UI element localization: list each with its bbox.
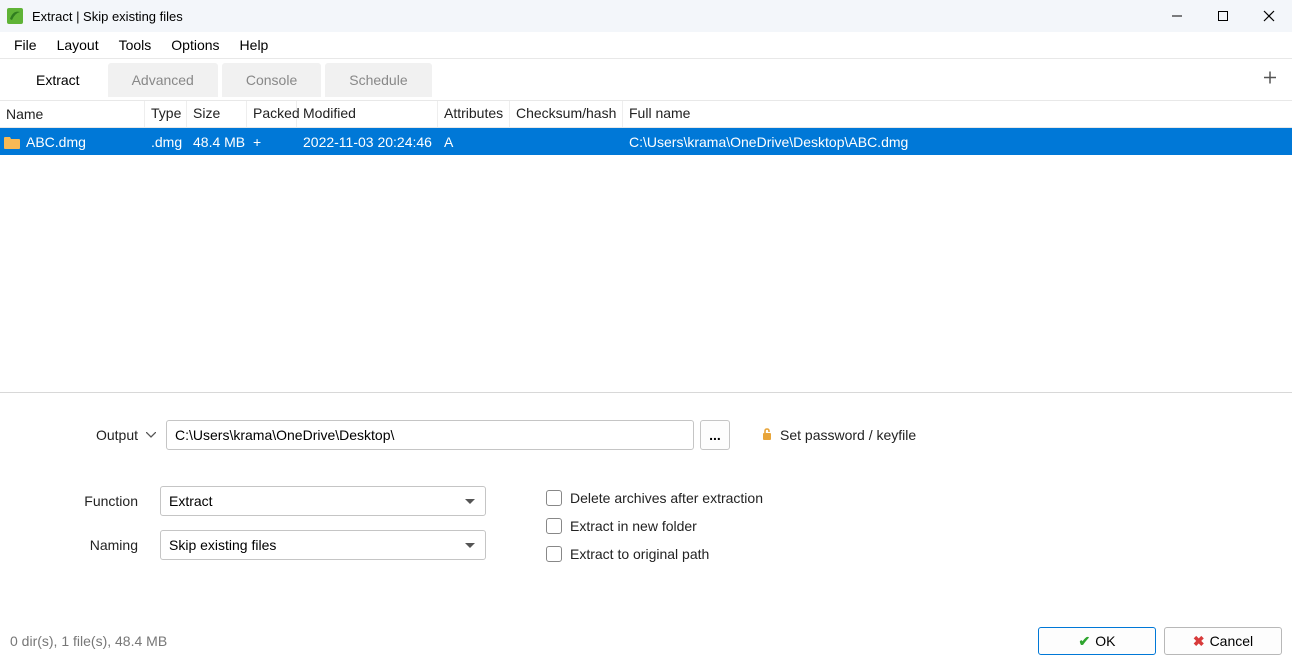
ok-label: OK — [1095, 633, 1115, 649]
browse-button[interactable]: ... — [700, 420, 730, 450]
cell-name: ABC.dmg — [0, 131, 145, 153]
app-icon — [6, 7, 24, 25]
col-attributes[interactable]: Attributes — [438, 101, 510, 127]
set-password-label: Set password / keyfile — [780, 427, 916, 443]
maximize-button[interactable] — [1200, 0, 1246, 32]
extract-options-panel: Output ... Set password / keyfile Functi… — [0, 420, 1292, 574]
output-dropdown-icon[interactable] — [142, 429, 160, 441]
cell-checksum — [510, 139, 623, 145]
function-value: Extract — [169, 493, 213, 509]
window-title: Extract | Skip existing files — [32, 9, 183, 24]
add-tab-button[interactable] — [1262, 69, 1278, 90]
file-table: Name Type Size Packed Modified Attribute… — [0, 101, 1292, 155]
lock-icon — [760, 427, 774, 444]
cancel-button[interactable]: ✖ Cancel — [1164, 627, 1282, 655]
menu-file[interactable]: File — [4, 34, 47, 56]
action-buttons: ✔ OK ✖ Cancel — [1038, 627, 1282, 655]
cell-modified: 2022-11-03 20:24:46 — [297, 131, 438, 153]
col-checksum[interactable]: Checksum/hash — [510, 101, 623, 127]
divider — [0, 392, 1292, 393]
cell-packed: + — [247, 131, 297, 153]
extract-new-folder-label: Extract in new folder — [570, 518, 697, 534]
table-header: Name Type Size Packed Modified Attribute… — [0, 101, 1292, 128]
col-modified[interactable]: Modified — [297, 101, 438, 127]
function-row: Function Extract — [20, 486, 486, 516]
cell-size: 48.4 MB — [187, 131, 247, 153]
cancel-label: Cancel — [1210, 633, 1254, 649]
cell-type: .dmg — [145, 131, 187, 153]
menu-layout[interactable]: Layout — [47, 34, 109, 56]
extract-new-folder-row[interactable]: Extract in new folder — [546, 518, 763, 534]
delete-archives-row[interactable]: Delete archives after extraction — [546, 490, 763, 506]
bottom-bar: 0 dir(s), 1 file(s), 48.4 MB ✔ OK ✖ Canc… — [0, 620, 1292, 662]
naming-row: Naming Skip existing files — [20, 530, 486, 560]
naming-value: Skip existing files — [169, 537, 276, 553]
x-icon: ✖ — [1193, 633, 1205, 650]
cell-name-text: ABC.dmg — [26, 134, 86, 150]
col-type[interactable]: Type — [145, 101, 187, 127]
extract-orig-path-label: Extract to original path — [570, 546, 709, 562]
col-size[interactable]: Size — [187, 101, 247, 127]
naming-select[interactable]: Skip existing files — [160, 530, 486, 560]
menu-help[interactable]: Help — [230, 34, 279, 56]
naming-label: Naming — [20, 537, 160, 553]
menu-tools[interactable]: Tools — [109, 34, 162, 56]
tab-bar: Extract Advanced Console Schedule — [0, 59, 1292, 101]
delete-archives-checkbox[interactable] — [546, 490, 562, 506]
extract-orig-path-row[interactable]: Extract to original path — [546, 546, 763, 562]
minimize-button[interactable] — [1154, 0, 1200, 32]
set-password-link[interactable]: Set password / keyfile — [760, 427, 916, 444]
extract-new-folder-checkbox[interactable] — [546, 518, 562, 534]
cell-attributes: A — [438, 131, 510, 153]
delete-archives-label: Delete archives after extraction — [570, 490, 763, 506]
close-button[interactable] — [1246, 0, 1292, 32]
window-controls — [1154, 0, 1292, 32]
col-name[interactable]: Name — [0, 101, 145, 127]
menu-options[interactable]: Options — [161, 34, 229, 56]
cell-fullname: C:\Users\krama\OneDrive\Desktop\ABC.dmg — [623, 131, 914, 153]
output-path-input[interactable] — [166, 420, 694, 450]
file-icon — [4, 136, 20, 148]
tab-console[interactable]: Console — [222, 63, 321, 97]
table-row[interactable]: ABC.dmg .dmg 48.4 MB + 2022-11-03 20:24:… — [0, 128, 1292, 155]
status-text: 0 dir(s), 1 file(s), 48.4 MB — [10, 633, 167, 649]
tab-schedule[interactable]: Schedule — [325, 63, 431, 97]
col-fullname[interactable]: Full name — [623, 101, 723, 127]
tab-extract[interactable]: Extract — [12, 63, 104, 97]
menu-bar: File Layout Tools Options Help — [0, 32, 1292, 59]
col-packed[interactable]: Packed — [247, 101, 297, 127]
function-label: Function — [20, 493, 160, 509]
check-icon: ✔ — [1079, 633, 1091, 650]
ok-button[interactable]: ✔ OK — [1038, 627, 1156, 655]
tab-advanced[interactable]: Advanced — [108, 63, 218, 97]
extract-orig-path-checkbox[interactable] — [546, 546, 562, 562]
function-select[interactable]: Extract — [160, 486, 486, 516]
output-label: Output — [20, 427, 160, 443]
output-row: Output ... Set password / keyfile — [20, 420, 1272, 450]
title-bar: Extract | Skip existing files — [0, 0, 1292, 32]
